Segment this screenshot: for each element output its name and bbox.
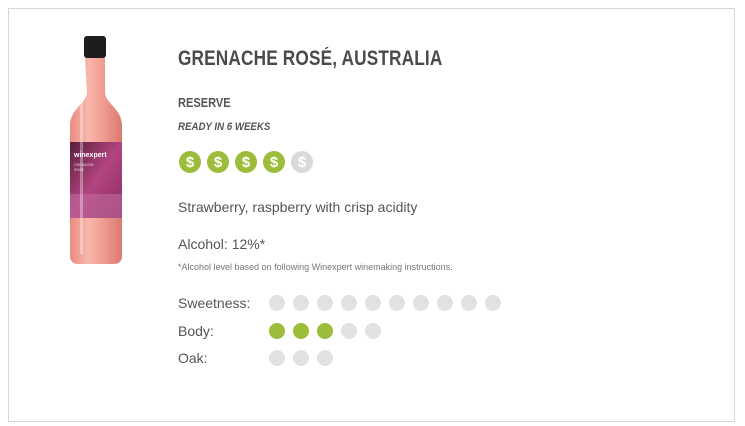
rating-dot	[293, 350, 309, 366]
sweetness-dots	[269, 295, 501, 311]
dollar-icon: $	[207, 151, 229, 173]
sweetness-label: Sweetness:	[178, 295, 251, 311]
oak-dots	[269, 350, 333, 366]
rating-dot	[485, 295, 501, 311]
body-scale: Body:	[178, 323, 381, 339]
price-rating: $ $ $ $ $	[179, 151, 313, 173]
rating-dot	[365, 295, 381, 311]
rating-dot	[269, 295, 285, 311]
product-title: GRENACHE ROSÉ, AUSTRALIA	[178, 47, 443, 70]
alcohol-content: Alcohol: 12%*	[178, 236, 266, 252]
tasting-notes: Strawberry, raspberry with crisp acidity	[178, 199, 418, 215]
dollar-icon: $	[179, 151, 201, 173]
svg-text:winexpert: winexpert	[73, 152, 107, 159]
wine-bottle-image: winexpert GRENACHE ROSÉ	[68, 34, 124, 266]
rating-dot	[317, 350, 333, 366]
rating-dot	[293, 323, 309, 339]
dollar-icon: $	[235, 151, 257, 173]
rating-dot	[293, 295, 309, 311]
alcohol-footnote: *Alcohol level based on following Winexp…	[178, 262, 453, 272]
sweetness-scale: Sweetness:	[178, 295, 501, 311]
body-dots	[269, 323, 381, 339]
rating-dot	[317, 323, 333, 339]
product-line: RESERVE	[178, 95, 231, 110]
oak-scale: Oak:	[178, 350, 333, 366]
body-label: Body:	[178, 323, 214, 339]
rating-dot	[413, 295, 429, 311]
rating-dot	[437, 295, 453, 311]
rating-dot	[317, 295, 333, 311]
rating-dot	[269, 323, 285, 339]
svg-text:GRENACHE: GRENACHE	[74, 163, 95, 167]
rating-dot	[269, 350, 285, 366]
rating-dot	[365, 323, 381, 339]
ready-time: READY IN 6 WEEKS	[178, 121, 271, 133]
oak-label: Oak:	[178, 350, 208, 366]
dollar-icon: $	[291, 151, 313, 173]
rating-dot	[341, 323, 357, 339]
dollar-icon: $	[263, 151, 285, 173]
rating-dot	[389, 295, 405, 311]
rating-dot	[341, 295, 357, 311]
rating-dot	[461, 295, 477, 311]
